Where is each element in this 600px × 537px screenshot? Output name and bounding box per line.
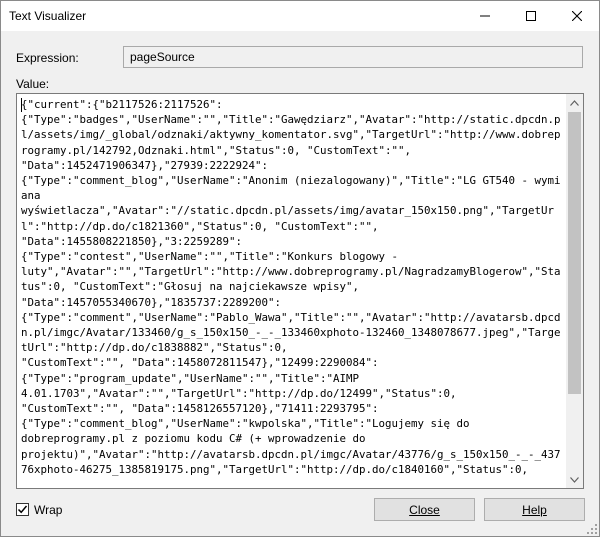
value-label: Value: — [16, 77, 50, 91]
text-caret — [21, 98, 22, 112]
text-visualizer-window: Text Visualizer Expression: pageSource V… — [0, 0, 600, 537]
close-icon — [572, 11, 582, 21]
vertical-scrollbar[interactable] — [566, 94, 583, 488]
close-button[interactable]: Close — [374, 498, 475, 521]
value-textarea[interactable]: {"current":{"b2117526:2117526": {"Type":… — [16, 93, 584, 489]
maximize-icon — [526, 11, 536, 21]
minimize-button[interactable] — [462, 1, 508, 31]
window-title: Text Visualizer — [9, 9, 87, 23]
resize-grip-icon[interactable] — [587, 524, 597, 534]
title-bar[interactable]: Text Visualizer — [1, 1, 599, 31]
scroll-up-button[interactable] — [566, 94, 583, 111]
checkmark-icon — [17, 505, 28, 514]
minimize-icon — [480, 15, 490, 17]
scrollbar-thumb[interactable] — [568, 112, 581, 394]
expression-field[interactable]: pageSource — [123, 46, 583, 68]
wrap-label[interactable]: Wrap — [34, 503, 62, 517]
close-button-label: Close — [409, 502, 440, 517]
scroll-down-button[interactable] — [566, 471, 583, 488]
maximize-button[interactable] — [508, 1, 554, 31]
expression-label: Expression: — [16, 51, 79, 65]
chevron-up-icon — [570, 99, 579, 106]
chevron-down-icon — [570, 476, 579, 483]
value-text[interactable]: {"current":{"b2117526:2117526": {"Type":… — [21, 97, 564, 485]
wrap-checkbox[interactable] — [16, 503, 29, 516]
close-window-button[interactable] — [554, 1, 600, 31]
help-button-label: Help — [522, 502, 547, 517]
help-button[interactable]: Help — [484, 498, 585, 521]
